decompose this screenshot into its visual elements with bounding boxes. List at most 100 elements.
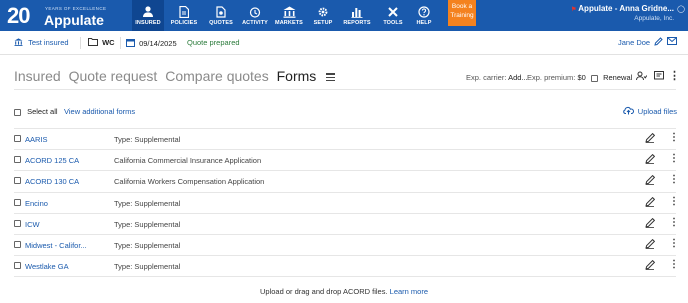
nav-help[interactable]: HELP (410, 0, 438, 31)
tab-quote-request[interactable]: Quote request (69, 68, 158, 84)
effective-date[interactable]: 09/14/2025 (126, 38, 177, 48)
calendar-icon (126, 39, 135, 47)
edit-icon[interactable] (645, 238, 656, 251)
form-name-link[interactable]: Midwest - Califor... (25, 241, 87, 250)
divider (14, 276, 676, 277)
row-checkbox[interactable] (14, 156, 21, 164)
table-row: ACORD 130 CA California Workers Compensat… (14, 170, 679, 191)
mail-icon[interactable] (667, 37, 677, 47)
book-training-button[interactable]: Book a Training (448, 0, 476, 26)
table-row: ACORD 125 CA California Commercial Insura… (14, 149, 679, 170)
edit-icon[interactable] (645, 175, 656, 187)
bell-icon[interactable]: ◯ (677, 5, 685, 13)
edit-icon[interactable] (645, 196, 656, 209)
edit-icon[interactable] (645, 217, 656, 230)
row-checkbox[interactable] (14, 219, 21, 227)
nav-label: ACTIVITY (242, 20, 268, 26)
activity-icon (240, 0, 270, 18)
nav-setup[interactable]: SETUP (308, 0, 338, 31)
line-of-business[interactable]: WC (88, 38, 115, 47)
insured-name: Test insured (28, 38, 69, 47)
more-vertical-icon[interactable]: ⋮ (669, 133, 679, 143)
flag-icon: ⚑ (570, 7, 577, 13)
row-checkbox[interactable] (14, 198, 21, 206)
assigned-user[interactable]: Jane Doe (618, 38, 650, 47)
more-vertical-icon[interactable]: ⋮ (669, 154, 679, 164)
row-checkbox[interactable] (14, 177, 21, 185)
nav-policies[interactable]: POLICIES (168, 0, 200, 31)
nav-tools[interactable]: TOOLS (378, 0, 408, 31)
more-vertical-icon[interactable]: ⋮ (669, 69, 680, 82)
help-icon (410, 0, 438, 18)
person-icon (132, 0, 164, 18)
nav-label: MARKETS (275, 20, 303, 26)
tab-insured[interactable]: Insured (14, 68, 61, 84)
more-vertical-icon[interactable]: ⋮ (669, 217, 679, 228)
nav-activity[interactable]: ACTIVITY (240, 0, 270, 31)
nav-insured[interactable]: INSURED (132, 0, 164, 31)
form-type: Type: Supplemental (114, 198, 181, 208)
select-all-label: Select all (27, 107, 58, 116)
form-type: Type: Supplemental (114, 219, 181, 229)
form-name-link[interactable]: ACORD 130 CA (25, 177, 79, 186)
menu-icon[interactable] (326, 71, 336, 83)
select-all-checkbox[interactable] (14, 108, 21, 116)
nav-label: HELP (416, 20, 432, 26)
upload-files-button[interactable]: Upload files (622, 106, 677, 116)
upload-label: Upload files (637, 107, 677, 116)
form-name-link[interactable]: ICW (25, 220, 40, 229)
nav-quotes[interactable]: QUOTES (205, 0, 237, 31)
form-type: California Workers Compensation Applicat… (114, 177, 265, 187)
row-checkbox[interactable] (14, 241, 21, 248)
table-row: ICW Type: Supplemental ⋮ (14, 212, 679, 234)
edit-icon[interactable] (645, 132, 656, 145)
renewal-label: Renewal (603, 73, 633, 82)
select-all[interactable]: Select all (14, 107, 58, 116)
edit-icon[interactable] (645, 260, 656, 272)
table-row: Midwest - Califor... Type: Supplemental ⋮ (14, 234, 679, 255)
expiring-carrier: Exp. carrier: Add... (466, 73, 528, 82)
appulate-logo[interactable]: 20 YEARS OF EXCELLENCE Appulate (7, 3, 127, 29)
carrier-add-link[interactable]: Add... (508, 73, 528, 82)
insured-link[interactable]: Test insured (14, 38, 69, 47)
nav-label: SETUP (313, 20, 333, 26)
form-name-link[interactable]: ACORD 125 CA (25, 156, 79, 165)
renewal-toggle[interactable]: Renewal (591, 73, 632, 82)
expiring-premium: Exp. premium: $0 (527, 73, 586, 82)
form-name-link[interactable]: Westlake GA (25, 262, 69, 271)
divider (80, 37, 81, 49)
row-checkbox[interactable] (14, 135, 21, 142)
premium-label: Exp. premium: (527, 73, 576, 82)
notes-icon[interactable] (654, 71, 664, 83)
renewal-checkbox[interactable] (591, 74, 598, 82)
learn-more-link[interactable]: Learn more (390, 287, 428, 296)
premium-value: $0 (577, 73, 586, 82)
bar-chart-icon (340, 0, 374, 18)
form-name-link[interactable]: Encino (25, 199, 48, 208)
form-type: Type: Supplemental (114, 262, 181, 272)
nav-markets[interactable]: MARKETS (272, 0, 306, 31)
cloud-upload-icon (622, 106, 634, 115)
logo-brand: Appulate (44, 12, 104, 28)
section-tabs: Insured Quote request Compare quotes For… (14, 68, 339, 84)
view-additional-forms-link[interactable]: View additional forms (64, 107, 135, 116)
tab-compare-quotes[interactable]: Compare quotes (165, 68, 269, 84)
tab-forms[interactable]: Forms (277, 68, 317, 84)
logo-tagline: YEARS OF EXCELLENCE (45, 6, 107, 11)
nav-label: POLICIES (170, 20, 198, 26)
more-vertical-icon[interactable]: ⋮ (669, 196, 679, 207)
edit-icon[interactable] (645, 154, 656, 166)
edit-icon[interactable] (654, 37, 663, 48)
more-vertical-icon[interactable]: ⋮ (669, 175, 679, 185)
line-code: WC (102, 38, 115, 47)
row-checkbox[interactable] (14, 262, 21, 270)
table-row: AARIS Type: Supplemental ⋮ (14, 128, 679, 149)
form-name-link[interactable]: AARIS (25, 135, 48, 144)
tools-icon (378, 0, 408, 18)
nav-reports[interactable]: REPORTS (340, 0, 374, 31)
user-menu[interactable]: ⚑ Appulate - Anna Gridne... Appulate, In… (571, 4, 674, 22)
more-vertical-icon[interactable]: ⋮ (669, 239, 679, 249)
document-icon (168, 0, 200, 18)
people-icon[interactable] (636, 71, 648, 83)
more-vertical-icon[interactable]: ⋮ (669, 260, 679, 270)
